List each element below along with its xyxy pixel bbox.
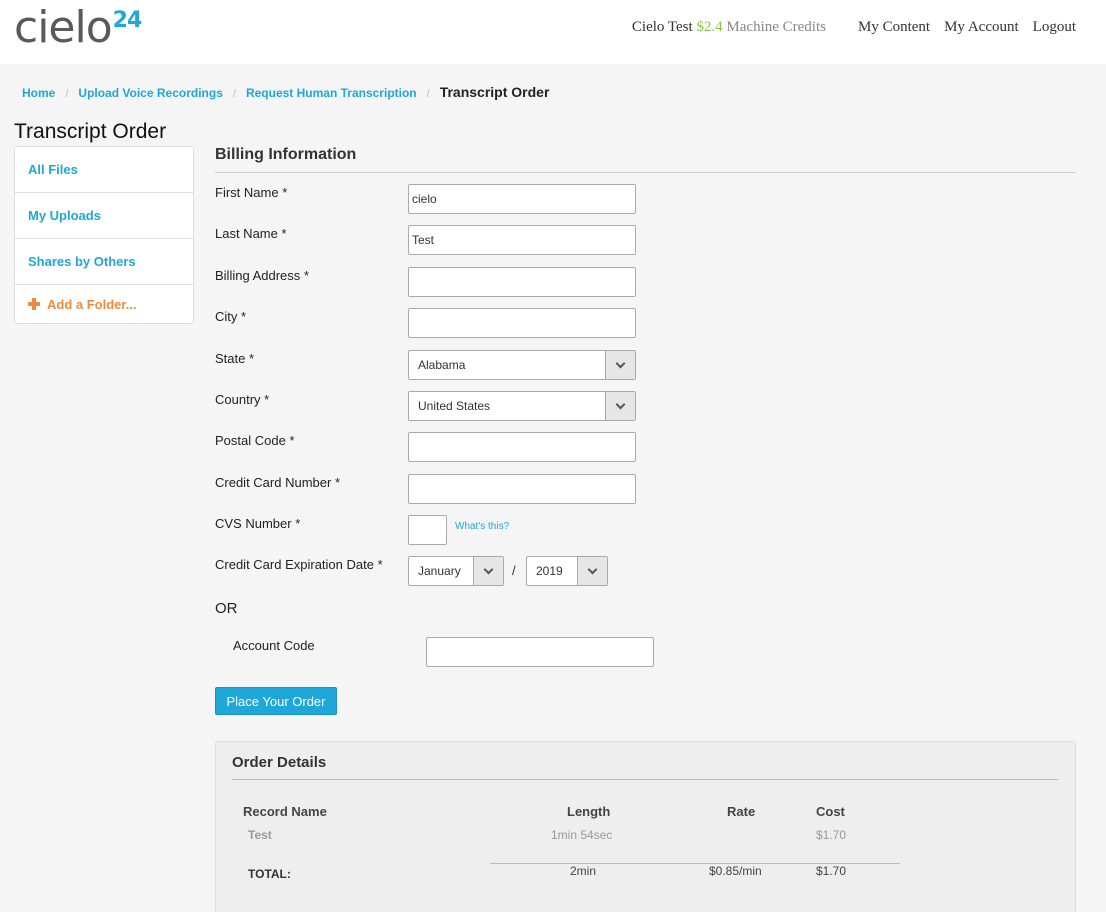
order-details-title: Order Details	[232, 754, 327, 771]
cvs-number-field[interactable]	[408, 515, 447, 545]
credit-card-number-label: Credit Card Number *	[215, 475, 341, 490]
state-label: State *	[215, 351, 255, 366]
column-header-cost: Cost	[816, 804, 845, 819]
cvs-number-label: CVS Number *	[215, 516, 301, 531]
country-label: Country *	[215, 392, 270, 407]
breadcrumb-separator: /	[65, 88, 69, 100]
sidebar-item-my-uploads[interactable]: My Uploads	[15, 193, 193, 239]
expiration-date-label: Credit Card Expiration Date *	[215, 557, 383, 572]
expiration-year-select[interactable]: 2019	[526, 556, 608, 586]
first-name-field[interactable]	[408, 184, 636, 214]
state-select[interactable]: Alabama	[408, 350, 636, 380]
expiration-month-select[interactable]: January	[408, 556, 504, 586]
last-name-field[interactable]	[408, 225, 636, 255]
add-folder-label: Add a Folder...	[47, 296, 137, 312]
record-name-cell: Test	[248, 828, 272, 842]
account-code-field[interactable]	[426, 637, 654, 667]
section-divider	[215, 172, 1076, 173]
expiration-separator: /	[512, 563, 516, 578]
order-divider	[232, 779, 1058, 780]
country-select[interactable]: United States	[408, 391, 636, 421]
breadcrumb-home[interactable]: Home	[22, 86, 55, 100]
account-code-label: Account Code	[233, 638, 315, 653]
billing-section-title: Billing Information	[215, 146, 357, 163]
breadcrumb-current: Transcript Order	[439, 84, 550, 100]
total-cost: $1.70	[816, 864, 847, 878]
total-rate: $0.85/min	[709, 864, 762, 878]
nav-logout[interactable]: Logout	[1033, 19, 1076, 36]
first-name-label: First Name *	[215, 185, 288, 200]
postal-code-label: Postal Code *	[215, 433, 295, 448]
month-dropdown-button[interactable]	[473, 557, 503, 585]
sidebar: All Files My Uploads Shares by Others Ad…	[14, 146, 194, 324]
chevron-down-icon	[483, 564, 494, 575]
sidebar-item-shares-by-others[interactable]: Shares by Others	[15, 239, 193, 285]
year-dropdown-button[interactable]	[577, 557, 607, 585]
nav-my-account[interactable]: My Account	[944, 19, 1019, 36]
expiration-month-value: January	[418, 564, 461, 578]
place-order-button[interactable]: Place Your Order	[215, 687, 337, 715]
sidebar-item-all-files[interactable]: All Files	[15, 147, 193, 193]
cielo24-logo[interactable]: cielo24	[14, 2, 143, 56]
user-name: Cielo Test	[631, 19, 693, 35]
chevron-down-icon	[615, 358, 626, 369]
add-folder-button[interactable]: Add a Folder...	[15, 285, 193, 323]
total-label: TOTAL:	[248, 867, 291, 881]
last-name-label: Last Name *	[215, 226, 287, 241]
credits-label: Machine Credits	[726, 19, 826, 35]
breadcrumb-separator: /	[426, 88, 430, 100]
chevron-down-icon	[587, 564, 598, 575]
cvs-help-link[interactable]: What's this?	[455, 521, 509, 532]
billing-address-field[interactable]	[408, 267, 636, 297]
credits-amount: $2.4	[696, 19, 723, 35]
logo-number: 24	[112, 8, 143, 33]
city-label: City *	[215, 309, 247, 324]
postal-code-field[interactable]	[408, 432, 636, 462]
record-cost-cell: $1.70	[816, 828, 847, 842]
column-header-length: Length	[567, 804, 611, 819]
country-value: United States	[418, 399, 491, 413]
state-value: Alabama	[418, 358, 466, 372]
nav-my-content[interactable]: My Content	[858, 19, 930, 36]
plus-icon	[28, 298, 40, 310]
chevron-down-icon	[615, 399, 626, 410]
top-bar: cielo24 Cielo Test $2.4 Machine Credits …	[0, 0, 1106, 64]
city-field[interactable]	[408, 308, 636, 338]
order-details-panel	[215, 741, 1076, 912]
state-dropdown-button[interactable]	[605, 351, 635, 379]
breadcrumb: Home / Upload Voice Recordings / Request…	[22, 84, 549, 100]
top-nav: Cielo Test $2.4 Machine Credits My Conte…	[632, 19, 1076, 36]
user-credits: Cielo Test $2.4 Machine Credits	[632, 19, 826, 36]
breadcrumb-request-human-transcription[interactable]: Request Human Transcription	[246, 86, 417, 100]
expiration-year-value: 2019	[536, 564, 563, 578]
column-header-rate: Rate	[727, 804, 756, 819]
breadcrumb-upload-voice-recordings[interactable]: Upload Voice Recordings	[78, 86, 222, 100]
page-title: Transcript Order	[14, 120, 167, 143]
total-length: 2min	[570, 864, 597, 878]
record-length-cell: 1min 54sec	[551, 828, 613, 842]
country-dropdown-button[interactable]	[605, 392, 635, 420]
logo-word: cielo	[14, 2, 113, 53]
or-divider-label: OR	[215, 600, 238, 617]
column-header-record-name: Record Name	[243, 804, 327, 819]
credit-card-number-field[interactable]	[408, 474, 636, 504]
billing-address-label: Billing Address *	[215, 268, 309, 283]
breadcrumb-separator: /	[232, 88, 236, 100]
